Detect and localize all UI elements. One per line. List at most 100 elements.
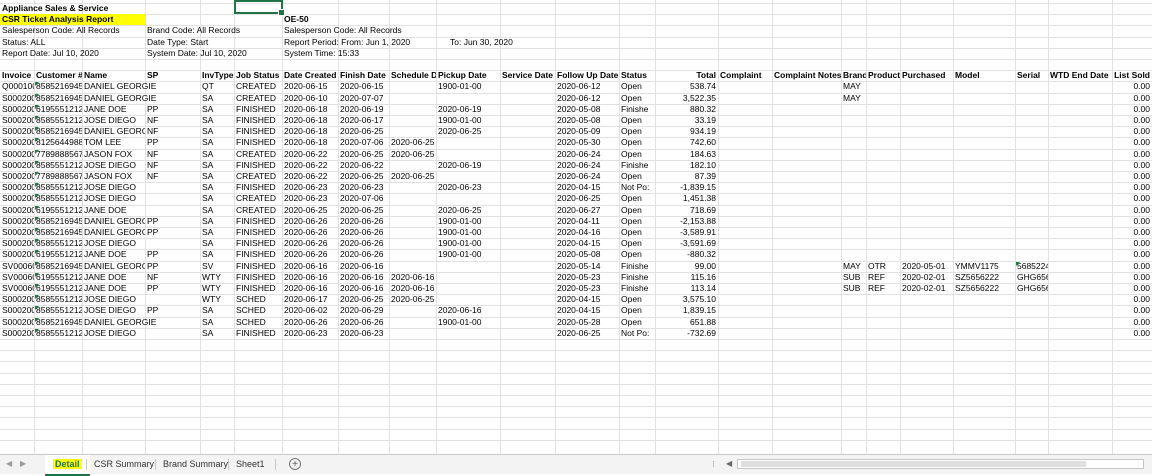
table-cell[interactable]: 33.19 — [655, 115, 718, 126]
table-cell[interactable]: 2020-06-16 — [436, 305, 500, 316]
column-header[interactable]: Purchased — [900, 70, 953, 81]
table-cell[interactable]: 2020-05-28 — [555, 317, 619, 328]
table-cell[interactable]: FINISHED — [234, 137, 282, 148]
table-cell[interactable]: 2020-06-23 — [282, 193, 338, 204]
table-cell[interactable]: 8585216945 — [34, 216, 82, 227]
table-cell[interactable]: CREATED — [234, 205, 282, 216]
table-cell[interactable]: SA — [200, 216, 234, 227]
table-cell[interactable]: 8585551212 — [34, 182, 82, 193]
report-code[interactable]: OE-50 — [282, 14, 382, 25]
table-cell[interactable]: JASON FOX — [82, 171, 145, 182]
table-cell[interactable]: 2020-04-15 — [555, 182, 619, 193]
table-cell[interactable]: GHG65665 — [1015, 272, 1048, 283]
table-cell[interactable]: 1900-01-00 — [436, 317, 500, 328]
table-cell[interactable]: 8585216945 — [34, 261, 82, 272]
table-cell[interactable]: SUB — [841, 283, 866, 294]
table-cell[interactable]: S000200 — [0, 205, 34, 216]
table-cell[interactable]: 8585551212 — [34, 193, 82, 204]
table-cell[interactable]: 6195551212 — [34, 249, 82, 260]
table-cell[interactable]: 0.00 — [1112, 283, 1152, 294]
table-cell[interactable]: 1900-01-00 — [436, 238, 500, 249]
table-cell[interactable]: REF — [866, 272, 900, 283]
table-cell[interactable]: 0.00 — [1112, 193, 1152, 204]
table-cell[interactable]: 538.74 — [655, 81, 718, 92]
table-cell[interactable]: SA — [200, 193, 234, 204]
table-cell[interactable]: FINISHED — [234, 216, 282, 227]
system-time[interactable]: System Time: 15:33 — [282, 48, 442, 59]
table-cell[interactable]: SA — [200, 149, 234, 160]
table-cell[interactable]: 718.69 — [655, 205, 718, 216]
table-cell[interactable]: S000200 — [0, 104, 34, 115]
table-cell[interactable]: SA — [200, 93, 234, 104]
table-cell[interactable]: 113.14 — [655, 283, 718, 294]
table-cell[interactable]: 87.39 — [655, 171, 718, 182]
table-cell[interactable]: S000200 — [0, 227, 34, 238]
table-cell[interactable]: SCHED — [234, 317, 282, 328]
report-date[interactable]: Report Date: Jul 10, 2020 — [0, 48, 145, 59]
table-cell[interactable]: FINISHED — [234, 115, 282, 126]
table-cell[interactable]: S000200 — [0, 305, 34, 316]
table-cell[interactable]: NF — [145, 126, 200, 137]
table-cell[interactable]: JOSE DIEGO — [82, 182, 200, 193]
table-cell[interactable]: 2020-06-25 — [555, 193, 619, 204]
table-cell[interactable]: Open — [619, 115, 655, 126]
table-cell[interactable]: 2020-06-25 — [436, 126, 500, 137]
table-cell[interactable]: 2020-06-26 — [338, 216, 389, 227]
table-cell[interactable]: 0.00 — [1112, 238, 1152, 249]
table-cell[interactable]: 6195551212 — [34, 272, 82, 283]
table-cell[interactable]: S000200 — [0, 160, 34, 171]
table-cell[interactable]: DANIEL GEORGIE — [82, 81, 200, 92]
table-cell[interactable]: 1,451.38 — [655, 193, 718, 204]
table-cell[interactable]: 2020-02-01 — [900, 283, 953, 294]
tab-sheet1[interactable]: Sheet1 — [228, 455, 273, 474]
table-cell[interactable]: DANIEL GEORGIE — [82, 227, 145, 238]
column-header[interactable]: WTD End Date — [1048, 70, 1112, 81]
column-header[interactable]: Date Created — [282, 70, 338, 81]
table-cell[interactable]: GHG65665 — [1015, 283, 1048, 294]
table-cell[interactable]: SA — [200, 328, 234, 339]
table-cell[interactable]: SA — [200, 317, 234, 328]
table-cell[interactable]: 2020-06-16 — [282, 283, 338, 294]
column-header[interactable]: Follow Up Date — [555, 70, 619, 81]
table-cell[interactable]: 0.00 — [1112, 93, 1152, 104]
table-cell[interactable]: SV — [200, 261, 234, 272]
table-cell[interactable]: 2020-06-25 — [436, 205, 500, 216]
table-cell[interactable]: FINISHED — [234, 272, 282, 283]
table-cell[interactable]: 2020-06-25 — [282, 205, 338, 216]
table-cell[interactable]: 2020-06-19 — [436, 160, 500, 171]
table-cell[interactable]: FINISHED — [234, 104, 282, 115]
tab-scroll-prev-icon[interactable]: ◀ — [6, 459, 12, 468]
table-cell[interactable]: 8585551212 — [34, 160, 82, 171]
column-header[interactable]: Job Status — [234, 70, 282, 81]
table-cell[interactable]: 2020-04-15 — [555, 305, 619, 316]
table-cell[interactable]: JANE DOE — [82, 104, 145, 115]
table-cell[interactable]: S000200 — [0, 126, 34, 137]
table-cell[interactable]: NF — [145, 149, 200, 160]
horizontal-scrollbar[interactable] — [737, 459, 1144, 469]
table-cell[interactable]: 2020-06-12 — [555, 93, 619, 104]
table-cell[interactable]: 8585551212 — [34, 294, 82, 305]
table-cell[interactable]: 2020-07-06 — [338, 137, 389, 148]
table-cell[interactable]: 1900-01-00 — [436, 249, 500, 260]
table-cell[interactable]: DANIEL GEORGIE — [82, 261, 145, 272]
table-cell[interactable]: SCHED — [234, 294, 282, 305]
table-cell[interactable]: SZ5656222 — [953, 283, 1015, 294]
table-cell[interactable]: FINISHED — [234, 328, 282, 339]
table-cell[interactable]: S000200 — [0, 193, 34, 204]
table-cell[interactable]: 1900-01-00 — [436, 216, 500, 227]
table-cell[interactable]: PP — [145, 249, 200, 260]
table-cell[interactable]: 0.00 — [1112, 328, 1152, 339]
table-cell[interactable]: 3,522.35 — [655, 93, 718, 104]
company-name[interactable]: Appliance Sales & Service — [0, 3, 200, 14]
table-cell[interactable]: SA — [200, 238, 234, 249]
tab-scroll-next-icon[interactable]: ▶ — [20, 459, 26, 468]
brand-code-filter[interactable]: Brand Code: All Records — [145, 25, 282, 36]
table-cell[interactable]: JANE DOE — [82, 249, 145, 260]
table-cell[interactable]: FINISHED — [234, 160, 282, 171]
table-cell[interactable]: 0.00 — [1112, 182, 1152, 193]
table-cell[interactable]: 2020-06-15 — [338, 81, 389, 92]
table-cell[interactable]: 2020-06-25 — [555, 328, 619, 339]
table-cell[interactable]: 2020-05-14 — [555, 261, 619, 272]
table-cell[interactable]: 2020-05-08 — [555, 115, 619, 126]
table-cell[interactable]: 2020-06-23 — [436, 182, 500, 193]
